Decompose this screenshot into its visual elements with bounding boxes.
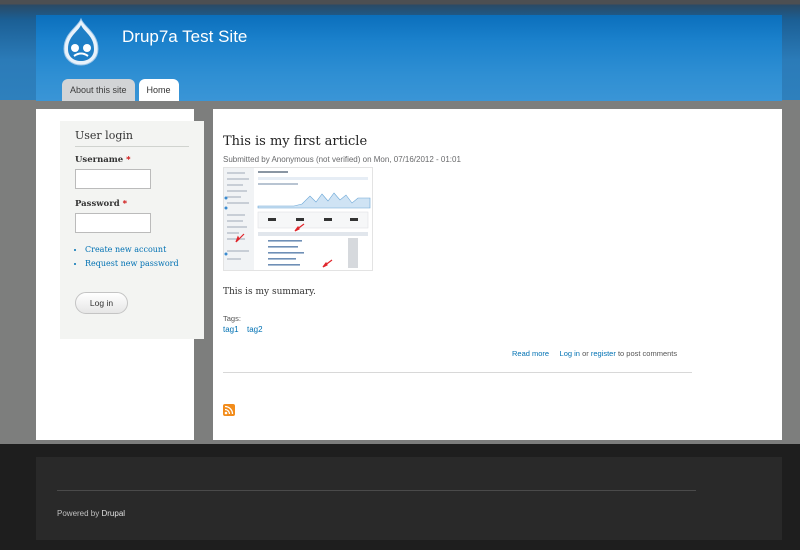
tab-home[interactable]: Home (138, 79, 179, 101)
site-header: Drup7a Test Site About this site Home (36, 15, 782, 101)
main-content: This is my first article Submitted by An… (213, 109, 782, 440)
post-comments-text: to post comments (617, 349, 678, 358)
drupal-link[interactable]: Drupal (101, 509, 125, 518)
read-more-link[interactable]: Read more (512, 349, 549, 358)
tag-link-2[interactable]: tag2 (247, 325, 263, 334)
required-marker: * (122, 199, 128, 209)
user-login-block: User login Username * Password * Create … (60, 121, 204, 339)
powered-by: Powered by Drupal (57, 509, 125, 518)
password-input[interactable] (75, 213, 151, 233)
password-label: Password * (75, 199, 189, 209)
screenshot-thumbnail-icon (224, 168, 372, 270)
powered-by-prefix: Powered by (57, 509, 100, 518)
username-label-text: Username (75, 155, 124, 165)
create-account-link[interactable]: Create new account (85, 245, 189, 254)
tags-label: Tags: (223, 314, 241, 323)
submitted-by: Submitted by Anonymous (not verified) on… (223, 155, 461, 164)
login-link[interactable]: Log in (560, 349, 580, 358)
article-image[interactable] (223, 167, 373, 271)
content-divider (223, 372, 692, 373)
footer-divider (57, 490, 696, 491)
password-label-text: Password (75, 199, 120, 209)
or-text: or (582, 349, 589, 358)
article-title[interactable]: This is my first article (223, 134, 367, 149)
login-links: Create new account Request new password (75, 245, 189, 268)
node-links: Read more Log in or register to post com… (512, 349, 677, 358)
sidebar-first: User login Username * Password * Create … (36, 109, 204, 440)
username-input[interactable] (75, 169, 151, 189)
login-button[interactable]: Log in (75, 292, 128, 314)
drupal-logo-icon[interactable] (58, 17, 104, 67)
main-menu-tabs: About this site Home (62, 79, 179, 101)
site-name[interactable]: Drup7a Test Site (122, 27, 247, 47)
block-title: User login (75, 129, 189, 147)
request-password-link[interactable]: Request new password (85, 259, 189, 268)
username-label: Username * (75, 155, 189, 165)
tab-about-this-site[interactable]: About this site (62, 79, 135, 101)
article-summary: This is my summary. (223, 287, 316, 297)
site-footer: Powered by Drupal (36, 457, 782, 540)
tag-link-1[interactable]: tag1 (223, 325, 239, 334)
rss-feed-icon[interactable] (223, 404, 235, 416)
register-link[interactable]: register (591, 349, 616, 358)
required-marker: * (126, 155, 131, 165)
